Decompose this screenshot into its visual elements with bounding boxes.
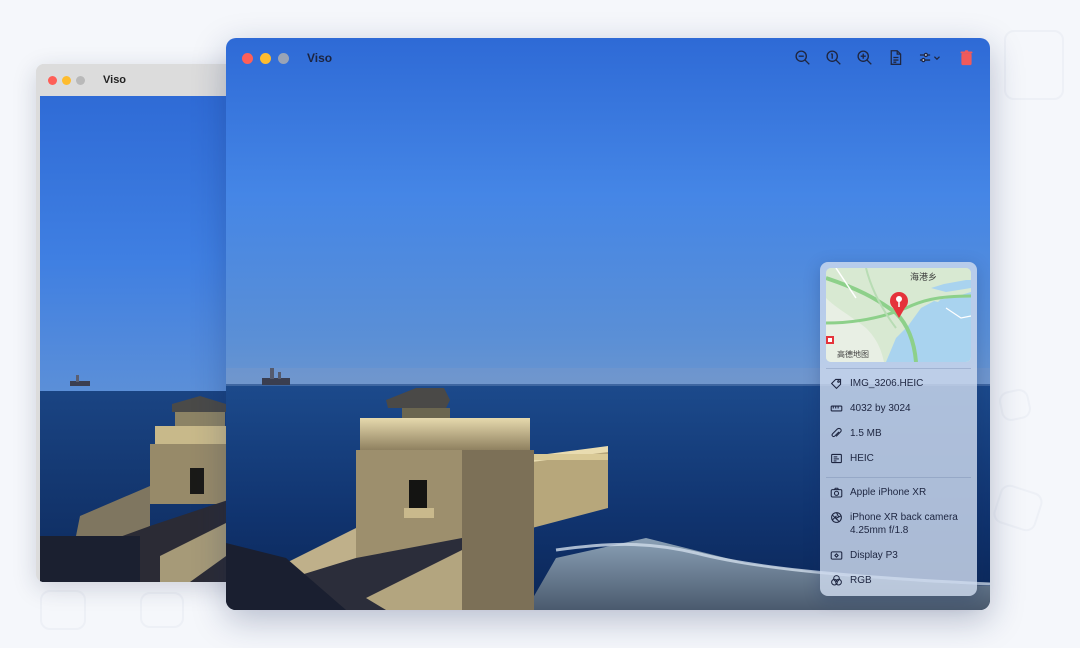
adjustments-menu-button[interactable] [917, 48, 945, 67]
filename-value: IMG_3206.HEIC [850, 378, 924, 389]
background-doodle [1004, 30, 1064, 100]
actual-size-button[interactable] [824, 48, 843, 67]
background-doodle [140, 592, 184, 628]
color-profile-value: Display P3 [850, 550, 898, 561]
window-controls [242, 52, 289, 64]
adjustments-menu-icon [919, 52, 940, 63]
color-circles-icon [831, 575, 842, 586]
toolbar [793, 48, 976, 67]
file-info-group: IMG_3206.HEIC 4032 by 3024 1.5 MB HEIC [826, 368, 971, 471]
device-value: Apple iPhone XR [850, 487, 927, 498]
zoom-in-button[interactable] [855, 48, 874, 67]
lens-value: iPhone XR back camera 4.25mm f/1.8 [850, 512, 958, 536]
tag-icon [830, 378, 842, 390]
ruler-icon [830, 405, 843, 412]
zoom-button[interactable] [76, 75, 85, 85]
dimensions-row: 4032 by 3024 [826, 396, 971, 421]
display-icon [830, 551, 843, 560]
color-model-value: RGB [850, 575, 872, 586]
close-button[interactable] [242, 52, 253, 64]
info-document-icon [890, 50, 902, 65]
back-window-title: Viso [103, 74, 127, 86]
map-place-label: 海港乡 [910, 272, 938, 282]
lens-row: iPhone XR back camera 4.25mm f/1.8 [826, 505, 971, 543]
paperclip-icon [831, 427, 842, 438]
format-value: HEIC [850, 453, 874, 464]
close-button[interactable] [48, 75, 57, 85]
zoom-button[interactable] [278, 52, 289, 64]
filename-row: IMG_3206.HEIC [826, 371, 971, 396]
back-window-controls [48, 75, 85, 85]
delete-button[interactable] [957, 48, 976, 67]
zoom-out-button[interactable] [793, 48, 812, 67]
zoom-out-icon [795, 50, 810, 65]
device-row: Apple iPhone XR [826, 480, 971, 505]
dimensions-value: 4032 by 3024 [850, 403, 911, 414]
camera-info-group: Apple iPhone XR iPhone XR back camera 4.… [826, 477, 971, 593]
minimize-button[interactable] [260, 52, 271, 64]
aperture-icon [831, 512, 842, 523]
background-doodle [997, 387, 1033, 423]
color-model-row: RGB [826, 568, 971, 593]
color-profile-row: Display P3 [826, 543, 971, 568]
map-attribution: 高德地图 [837, 350, 869, 359]
background-doodle [990, 482, 1046, 534]
location-map[interactable]: 海港乡 高德地图 [826, 268, 971, 362]
camera-icon [830, 487, 843, 498]
window-title: Viso [307, 51, 333, 65]
zoom-in-icon [857, 50, 872, 65]
format-row: HEIC [826, 446, 971, 471]
background-doodle [40, 590, 86, 630]
size-row: 1.5 MB [826, 421, 971, 446]
file-format-icon [831, 453, 842, 464]
trash-icon [960, 50, 973, 66]
actual-size-icon [826, 50, 841, 65]
info-panel: 海港乡 高德地图 IMG_3206.HEIC 4032 by 3024 1.5 … [820, 262, 977, 596]
minimize-button[interactable] [62, 75, 71, 85]
size-value: 1.5 MB [850, 428, 882, 439]
info-button[interactable] [886, 48, 905, 67]
